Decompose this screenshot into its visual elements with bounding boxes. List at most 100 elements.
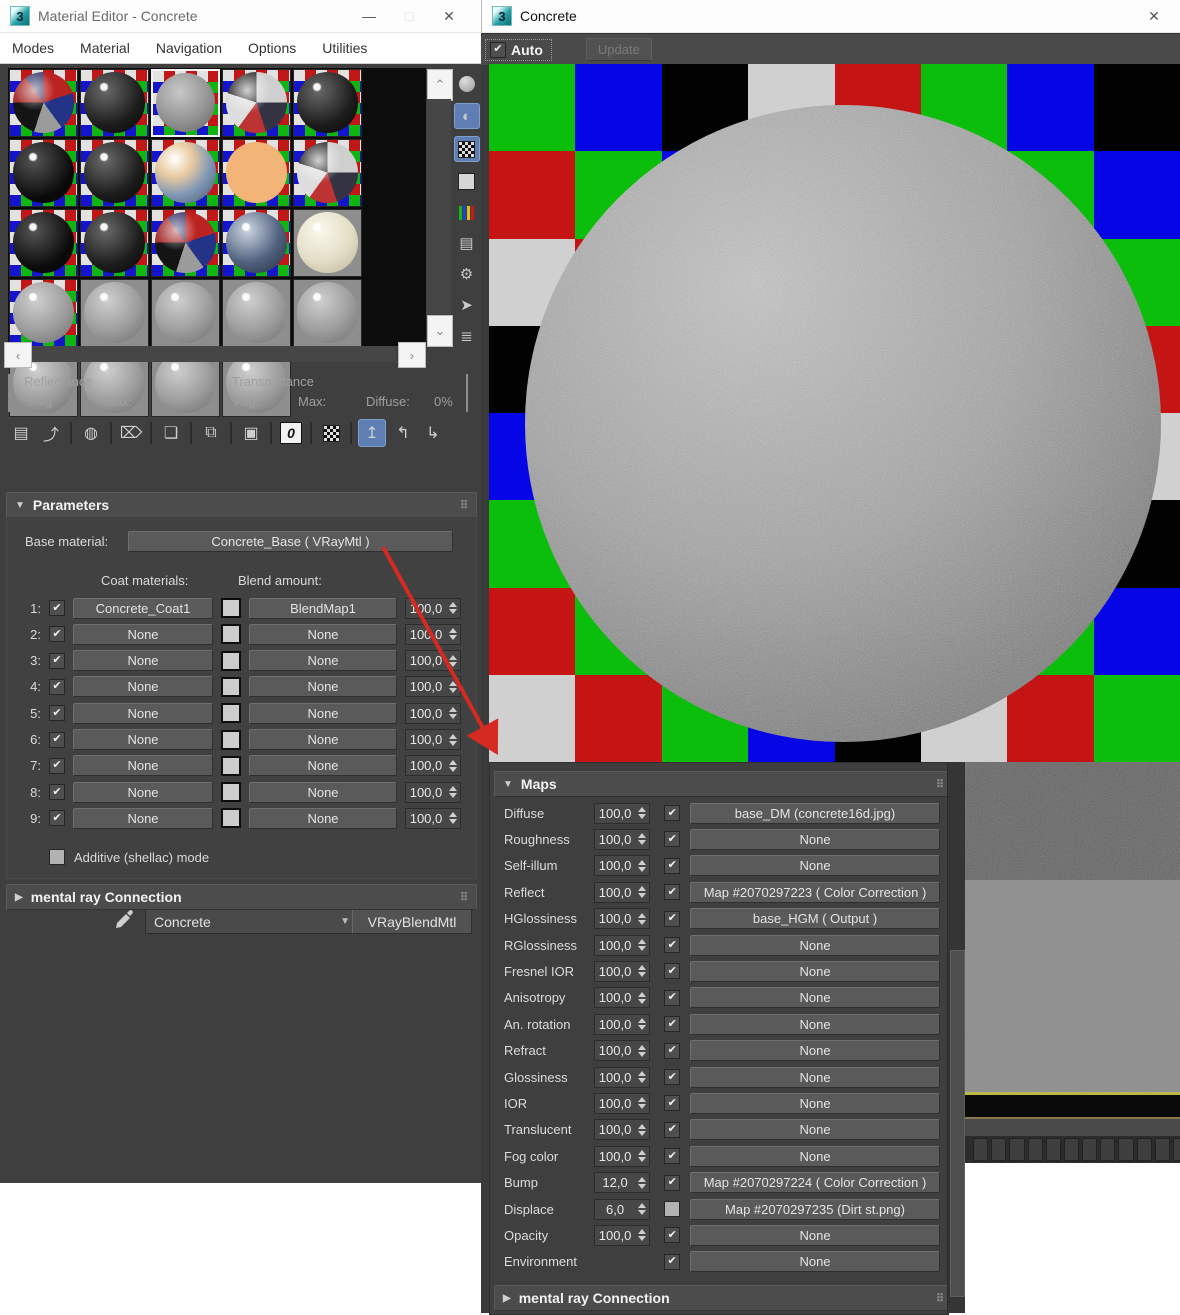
show-end-result-icon[interactable]: ↥: [358, 419, 386, 447]
preview-close-button[interactable]: ✕: [1134, 8, 1174, 25]
sample-slot[interactable]: [80, 279, 149, 347]
menu-item-modes[interactable]: Modes: [12, 40, 54, 56]
map-slot-button[interactable]: None: [690, 960, 941, 982]
map-slot-button[interactable]: Map #2070297223 ( Color Correction ): [690, 881, 941, 903]
spinner-arrows-icon[interactable]: [635, 886, 649, 899]
enable-checkbox[interactable]: ✔: [664, 857, 681, 874]
map-slot-button[interactable]: None: [690, 1092, 941, 1114]
spinner-arrows-icon[interactable]: [635, 1229, 649, 1242]
blend-color-swatch[interactable]: [221, 808, 241, 829]
blend-color-swatch[interactable]: [221, 624, 241, 645]
map-slot-button[interactable]: None: [690, 1224, 941, 1246]
enable-checkbox[interactable]: ✔: [664, 989, 681, 1006]
enable-checkbox[interactable]: ✔: [49, 810, 65, 827]
spinner-arrows-icon[interactable]: [635, 1044, 649, 1057]
enable-checkbox[interactable]: ✔: [664, 1227, 681, 1244]
spinner-arrows-icon[interactable]: [635, 1150, 649, 1163]
update-button[interactable]: Update: [585, 38, 652, 61]
spinner-arrows-icon[interactable]: [635, 1018, 649, 1031]
coat-material-button[interactable]: Concrete_Coat1: [73, 597, 213, 619]
map-slot-button[interactable]: None: [690, 828, 941, 850]
amount-spinner[interactable]: 100,0: [593, 1092, 651, 1114]
sample-type-icon[interactable]: [455, 72, 479, 96]
sample-slot-selected[interactable]: [151, 69, 220, 137]
spinner-arrows-icon[interactable]: [635, 833, 649, 846]
blend-color-swatch[interactable]: [221, 755, 241, 776]
auto-checkbox[interactable]: ✔: [490, 41, 506, 58]
enable-checkbox[interactable]: ✔: [664, 1069, 681, 1085]
sample-slot[interactable]: [293, 139, 362, 207]
menu-item-utilities[interactable]: Utilities: [322, 40, 367, 56]
additive-shellac-checkbox[interactable]: [49, 849, 65, 865]
sample-slot[interactable]: [293, 279, 362, 347]
coat-material-button[interactable]: None: [73, 755, 213, 777]
amount-spinner[interactable]: 100,0: [593, 908, 651, 930]
enable-checkbox[interactable]: ✔: [664, 831, 681, 848]
coat-material-button[interactable]: None: [73, 676, 213, 698]
sample-slot[interactable]: [9, 139, 78, 207]
enable-checkbox[interactable]: ✔: [664, 805, 681, 821]
amount-spinner[interactable]: 100,0: [405, 807, 461, 829]
spinner-arrows-icon[interactable]: [635, 807, 649, 819]
menu-item-options[interactable]: Options: [248, 40, 296, 56]
amount-spinner[interactable]: 100,0: [593, 1040, 651, 1062]
slots-scroll-left-button[interactable]: ‹: [4, 342, 32, 368]
spinner-arrows-icon[interactable]: [635, 912, 649, 925]
menu-item-navigation[interactable]: Navigation: [156, 40, 222, 56]
make-material-copy-icon[interactable]: ❏: [158, 420, 184, 446]
maximize-button[interactable]: □: [389, 8, 429, 24]
blend-map-button[interactable]: None: [249, 781, 397, 803]
enable-checkbox[interactable]: ✔: [664, 1253, 680, 1270]
map-slot-button[interactable]: Map #2070297235 (Dirt st.png): [690, 1198, 941, 1220]
enable-checkbox[interactable]: [664, 1201, 681, 1217]
map-slot-button[interactable]: None: [690, 1145, 941, 1167]
mental-ray-rollout-header[interactable]: ▶ mental ray Connection ⠿: [6, 884, 477, 910]
spinner-arrows-icon[interactable]: [635, 991, 649, 1004]
scrollbar-thumb[interactable]: [950, 950, 965, 1297]
enable-checkbox[interactable]: ✔: [664, 1095, 681, 1112]
spinner-arrows-icon[interactable]: [635, 1071, 649, 1083]
material-type-button[interactable]: VRayBlendMtl: [352, 909, 472, 934]
enable-checkbox[interactable]: ✔: [664, 963, 681, 980]
material-editor-titlebar[interactable]: 3 Material Editor - Concrete — □ ✕: [0, 0, 481, 33]
enable-checkbox[interactable]: ✔: [664, 1016, 681, 1033]
spinner-arrows-icon[interactable]: [446, 602, 460, 614]
blend-map-button[interactable]: None: [249, 650, 397, 672]
amount-spinner[interactable]: 100,0: [593, 1013, 651, 1035]
enable-checkbox[interactable]: ✔: [49, 652, 65, 669]
parameters-rollout-header[interactable]: ▼ Parameters ⠿: [6, 492, 477, 518]
menu-item-material[interactable]: Material: [80, 40, 130, 56]
sample-slot[interactable]: [80, 209, 149, 277]
coat-material-button[interactable]: None: [73, 650, 213, 672]
material-map-navigator-icon[interactable]: ≣: [455, 324, 479, 348]
blend-map-button[interactable]: None: [249, 755, 397, 777]
make-unique-icon[interactable]: ⧉: [198, 420, 224, 446]
sample-slot[interactable]: [9, 209, 78, 277]
select-by-material-icon[interactable]: ➤: [455, 293, 479, 317]
sample-slot[interactable]: [151, 139, 220, 207]
sample-slot[interactable]: [151, 279, 220, 347]
blend-map-button[interactable]: None: [249, 807, 397, 829]
coat-material-button[interactable]: None: [73, 729, 213, 750]
base-material-button[interactable]: Concrete_Base ( VRayMtl ): [128, 531, 453, 552]
amount-spinner[interactable]: 100,0: [405, 781, 461, 803]
map-slot-button[interactable]: None: [690, 987, 941, 1009]
sample-slot[interactable]: [222, 69, 291, 137]
map-slot-button[interactable]: base_DM (concrete16d.jpg): [690, 802, 941, 824]
enable-checkbox[interactable]: ✔: [49, 626, 65, 643]
spinner-arrows-icon[interactable]: [446, 628, 460, 641]
amount-spinner[interactable]: 100,0: [593, 934, 651, 956]
map-slot-button[interactable]: None: [690, 1013, 941, 1035]
show-shaded-material-icon[interactable]: [318, 420, 344, 446]
enable-checkbox[interactable]: ✔: [664, 1042, 681, 1059]
slots-scroll-down-button[interactable]: ⌄: [427, 315, 453, 347]
map-slot-button[interactable]: None: [690, 855, 941, 877]
coat-material-button[interactable]: None: [73, 807, 213, 829]
sample-slot[interactable]: [293, 209, 362, 277]
reset-map-mtl-icon[interactable]: ⌦: [118, 420, 144, 446]
enable-checkbox[interactable]: ✔: [49, 731, 65, 748]
blend-map-button[interactable]: None: [249, 729, 397, 750]
background-icon[interactable]: [453, 136, 480, 162]
options-icon[interactable]: ⚙: [455, 262, 479, 286]
spinner-arrows-icon[interactable]: [635, 1097, 649, 1110]
